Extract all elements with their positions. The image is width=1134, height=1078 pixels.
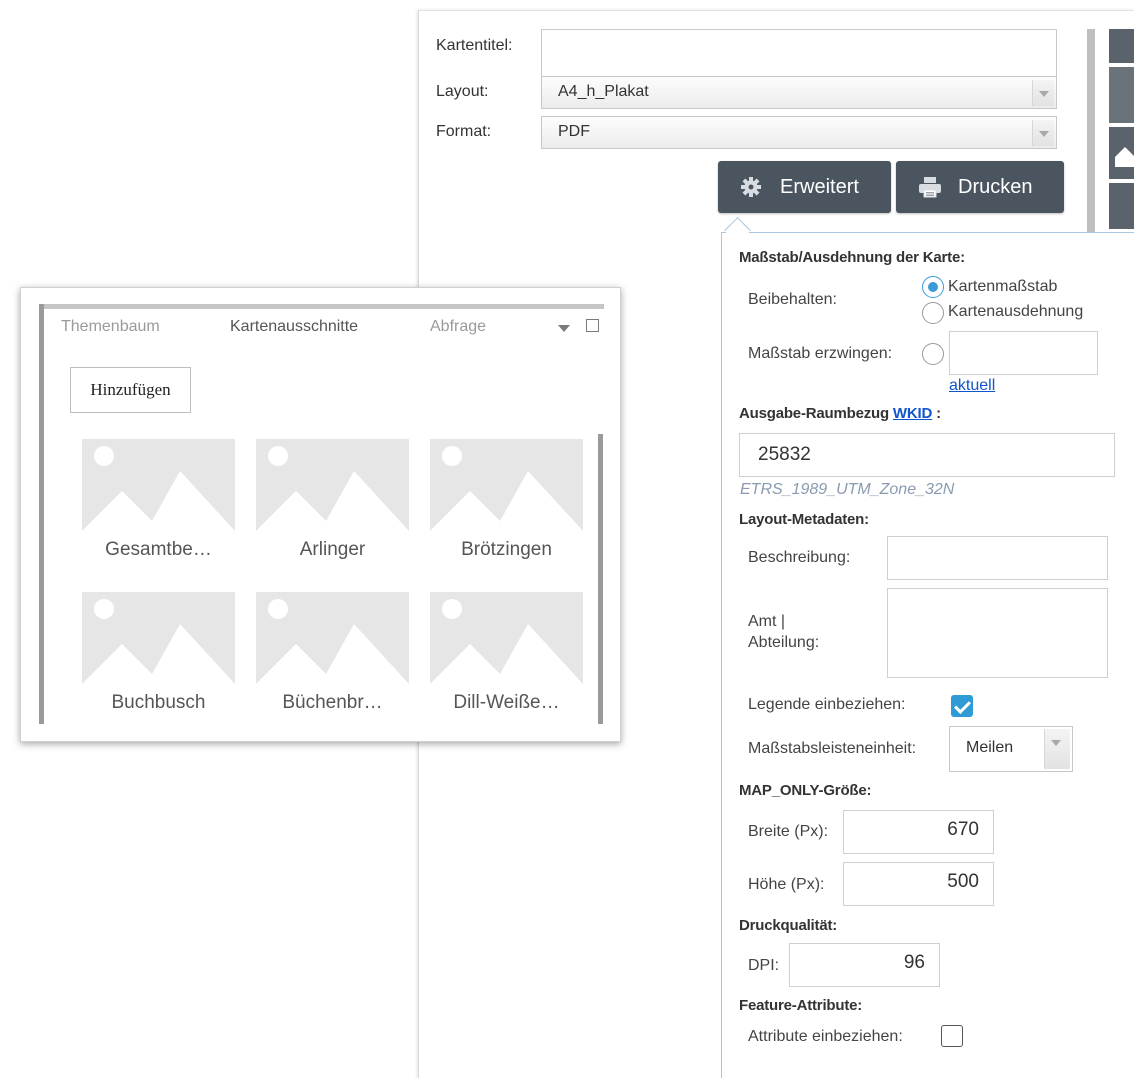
current-scale-link[interactable]: aktuell <box>949 377 995 395</box>
output-sr-label: Ausgabe-Raumbezug <box>739 405 889 422</box>
home-icon[interactable] <box>1109 127 1134 179</box>
chevron-down-icon <box>1032 80 1054 106</box>
zoom-in-icon[interactable] <box>1109 29 1134 63</box>
preserve-extent-radio[interactable] <box>922 302 944 324</box>
feature-attributes-title: Feature-Attribute: <box>739 997 863 1014</box>
wkid-hint: ETRS_1989_UTM_Zone_32N <box>740 481 955 498</box>
dpi-input[interactable]: 96 <box>789 943 940 987</box>
image-placeholder-icon <box>82 439 235 531</box>
bookmark-card[interactable]: Dill-Weiße… <box>430 592 583 722</box>
bookmarks-widget: Themenbaum Kartenausschnitte Abfrage Hin… <box>20 287 621 742</box>
bookmark-card[interactable]: Arlinger <box>256 439 409 569</box>
include-attributes-checkbox[interactable] <box>941 1025 963 1047</box>
tab-abfrage[interactable]: Abfrage <box>430 318 486 336</box>
description-input[interactable] <box>887 536 1108 580</box>
force-scale-label: Maßstab erzwingen: <box>748 345 893 362</box>
back-icon[interactable] <box>1109 183 1134 229</box>
layout-label: Layout: <box>436 83 489 100</box>
image-placeholder-icon <box>256 439 409 531</box>
bookmark-label: Buchbusch <box>111 692 206 713</box>
width-label: Breite (Px): <box>748 823 829 840</box>
chevron-down-icon <box>1032 120 1054 146</box>
bookmark-label: Arlinger <box>299 539 366 560</box>
gear-icon <box>740 176 762 198</box>
image-placeholder-icon <box>430 439 583 531</box>
format-label: Format: <box>436 123 492 140</box>
bookmark-label: Gesamtbe… <box>105 539 212 560</box>
tab-kartenausschnitte[interactable]: Kartenausschnitte <box>230 318 358 336</box>
preserve-scale-option: Kartenmaßstab <box>948 278 1058 295</box>
bookmark-card[interactable]: Buchbusch <box>82 592 235 722</box>
chevron-down-icon <box>1044 729 1070 769</box>
legend-label: Legende einbeziehen: <box>748 696 906 713</box>
format-select-value: PDF <box>558 123 590 140</box>
widget-top-border <box>39 304 604 309</box>
widget-scrollbar[interactable] <box>598 434 603 724</box>
maximize-icon[interactable] <box>586 319 599 332</box>
description-label: Beschreibung: <box>748 549 851 566</box>
preserve-label: Beibehalten: <box>748 291 837 308</box>
preserve-scale-radio[interactable] <box>922 276 944 298</box>
force-scale-input[interactable] <box>949 331 1098 375</box>
office-label-line2: Abteilung: <box>748 634 820 651</box>
bookmark-label: Brötzingen <box>461 539 552 560</box>
bookmark-label: Büchenbr… <box>282 692 383 713</box>
panel-scrollbar[interactable] <box>1087 29 1095 241</box>
height-label: Höhe (Px): <box>748 876 825 893</box>
height-input[interactable]: 500 <box>843 862 994 906</box>
add-bookmark-button[interactable]: Hinzufügen <box>70 367 191 413</box>
layout-metadata-title: Layout-Metadaten: <box>739 511 869 528</box>
print-button-label: Drucken <box>958 175 1033 198</box>
advanced-button-label: Erweitert <box>780 175 859 198</box>
widget-left-border <box>39 304 44 724</box>
layout-select-value: A4_h_Plakat <box>558 83 649 100</box>
wkid-link[interactable]: WKID <box>893 405 932 422</box>
print-button[interactable]: Drucken <box>896 161 1064 213</box>
image-placeholder-icon <box>256 592 409 684</box>
bookmark-card[interactable]: Brötzingen <box>430 439 583 569</box>
scalebar-unit-label: Maßstabsleisteneinheit: <box>748 740 917 757</box>
printer-icon <box>918 176 941 198</box>
scale-extent-title: Maßstab/Ausdehnung der Karte: <box>739 249 965 266</box>
office-label-line1: Amt | <box>748 613 786 630</box>
output-sr-title: Ausgabe-Raumbezug WKID : <box>739 405 941 422</box>
print-quality-title: Druckqualität: <box>739 917 838 934</box>
tab-themenbaum[interactable]: Themenbaum <box>61 318 160 336</box>
map-title-label: Kartentitel: <box>436 37 513 54</box>
dpi-label: DPI: <box>748 957 780 974</box>
width-input[interactable]: 670 <box>843 810 994 854</box>
wkid-input[interactable]: 25832 <box>739 433 1115 477</box>
image-placeholder-icon <box>430 592 583 684</box>
advanced-button[interactable]: Erweitert <box>718 161 891 213</box>
legend-checkbox[interactable] <box>951 695 973 717</box>
force-scale-radio[interactable] <box>922 343 944 365</box>
bookmark-card[interactable]: Büchenbr… <box>256 592 409 722</box>
format-select[interactable]: PDF <box>541 116 1057 149</box>
bookmark-label: Dill-Weiße… <box>453 692 560 713</box>
zoom-out-icon[interactable] <box>1109 67 1134 123</box>
output-sr-colon: : <box>936 405 941 422</box>
map-title-input[interactable] <box>541 29 1057 77</box>
bookmark-card[interactable]: Gesamtbe… <box>82 439 235 569</box>
layout-select[interactable]: A4_h_Plakat <box>541 76 1057 109</box>
preserve-extent-option: Kartenausdehnung <box>948 303 1084 320</box>
scalebar-unit-select[interactable]: Meilen <box>949 726 1073 772</box>
office-textarea[interactable] <box>887 588 1108 678</box>
advanced-options-popover: Maßstab/Ausdehnung der Karte: Beibehalte… <box>721 232 1134 1078</box>
collapse-arrow-icon[interactable] <box>558 325 570 332</box>
include-attributes-label: Attribute einbeziehen: <box>748 1028 903 1045</box>
map-only-size-title: MAP_ONLY-Größe: <box>739 782 872 799</box>
image-placeholder-icon <box>82 592 235 684</box>
scalebar-unit-value: Meilen <box>966 739 1014 756</box>
